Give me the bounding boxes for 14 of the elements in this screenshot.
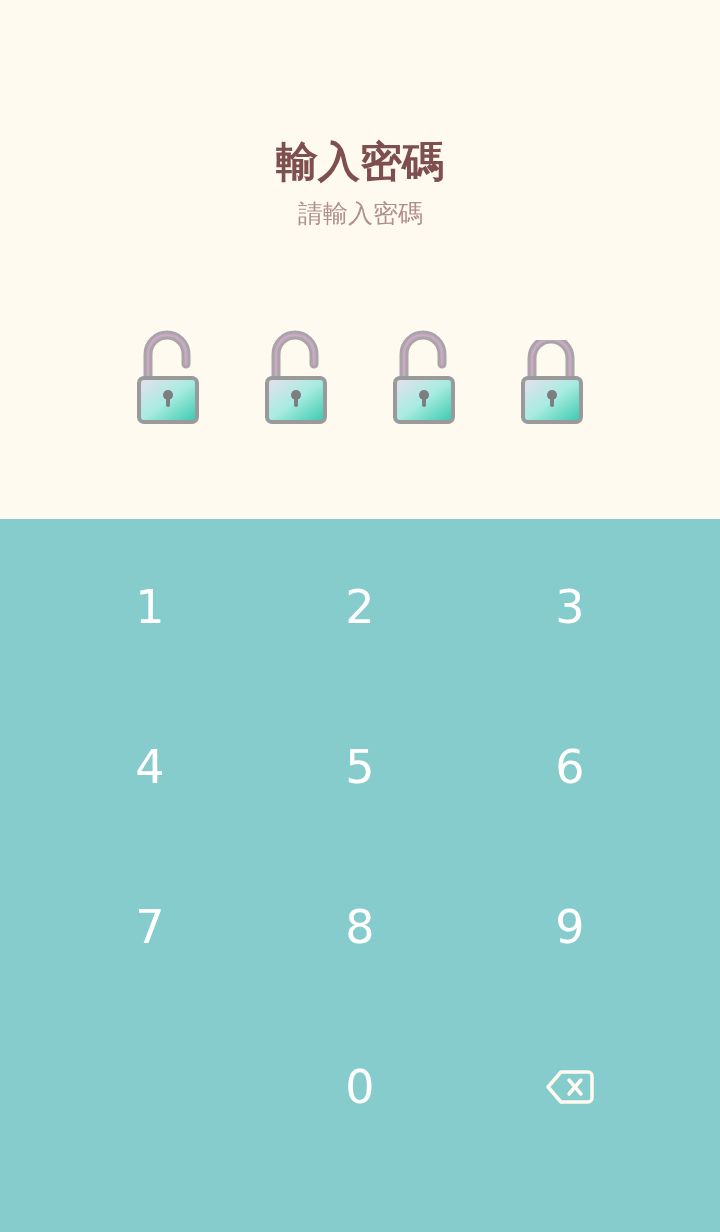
digit-key[interactable]: 6 (465, 687, 675, 847)
prompt-text: 請輸入密碼 (297, 198, 423, 230)
digit-key[interactable]: 7 (45, 847, 255, 1007)
digit-key[interactable]: 4 (45, 687, 255, 847)
digit-key[interactable]: 3 (465, 527, 675, 687)
digit-key[interactable]: 5 (255, 687, 465, 847)
screen-title: 輸入密碼 (276, 136, 444, 188)
digit-key[interactable]: 0 (255, 1007, 465, 1167)
backspace-button[interactable] (545, 1069, 595, 1105)
digit-key[interactable]: 2 (255, 527, 465, 687)
digit-key[interactable]: 9 (465, 847, 675, 1007)
digit-key[interactable]: 1 (45, 527, 255, 687)
backspace-icon (545, 1069, 595, 1105)
digit-key[interactable]: 8 (255, 847, 465, 1007)
